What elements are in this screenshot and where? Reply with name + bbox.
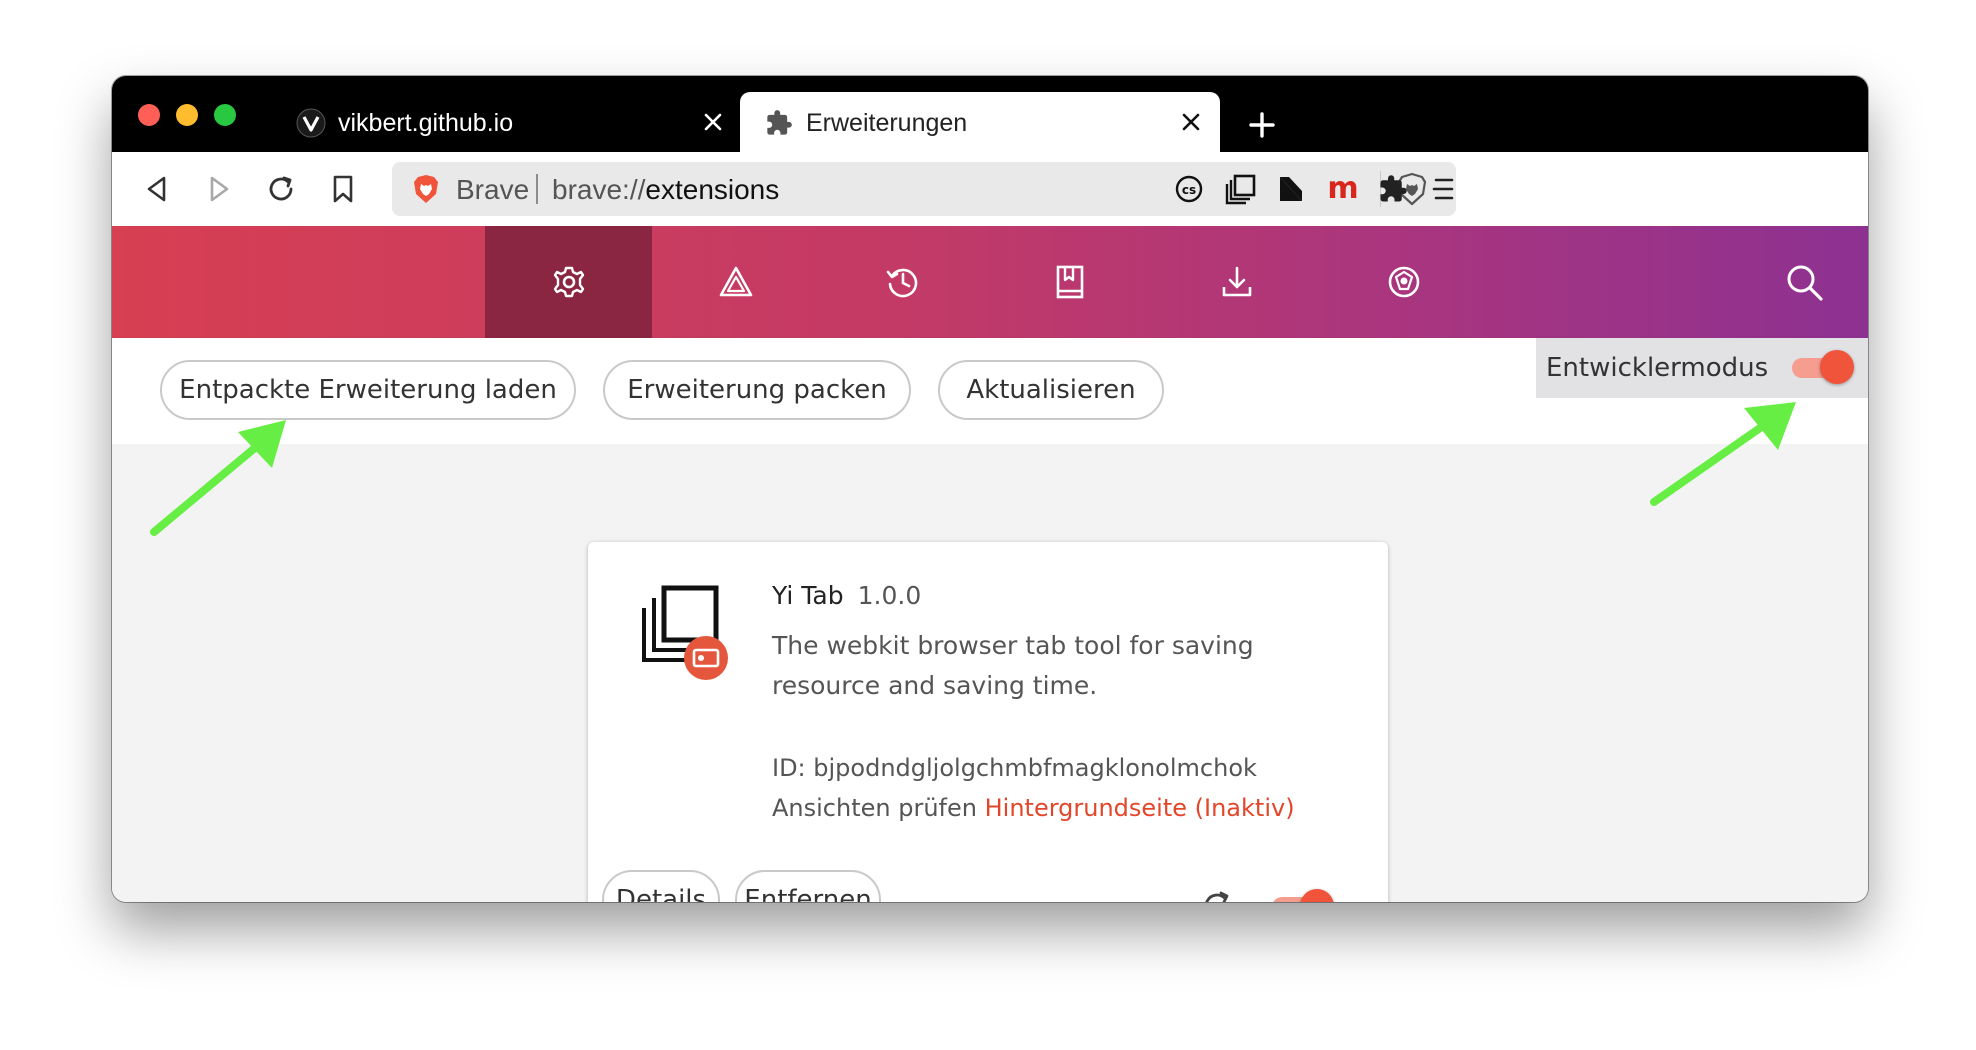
- svg-text:m: m: [1327, 174, 1358, 204]
- cs-extension-icon[interactable]: cs: [1170, 170, 1208, 208]
- forward-icon[interactable]: [202, 172, 236, 206]
- nav-bookmarks[interactable]: [986, 226, 1153, 338]
- new-tab-button[interactable]: [1242, 105, 1282, 145]
- nav-rewards[interactable]: [652, 226, 819, 338]
- puzzle-icon: [764, 108, 794, 138]
- svg-text:cs: cs: [1182, 183, 1196, 197]
- tab-erweiterungen[interactable]: Erweiterungen: [740, 92, 1220, 152]
- developer-mode-label: Entwicklermodus: [1546, 353, 1769, 383]
- toggle-knob: [1300, 889, 1334, 902]
- bookmark-icon[interactable]: [326, 172, 360, 206]
- extensions-puzzle-icon[interactable]: [1374, 170, 1412, 208]
- nav-history[interactable]: [819, 226, 986, 338]
- pack-extension-button[interactable]: Erweiterung packen: [603, 360, 911, 420]
- extension-description: The webkit browser tab tool for saving r…: [772, 631, 1254, 700]
- reload-icon[interactable]: [264, 172, 298, 206]
- extension-id: ID: bjpodndgljolgchmbfmagklonolmchok: [772, 754, 1257, 782]
- back-icon[interactable]: [140, 172, 174, 206]
- url-text[interactable]: brave://extensions: [552, 175, 779, 205]
- bookmarks-icon: [1056, 265, 1083, 299]
- extension-enabled-toggle[interactable]: [1270, 889, 1334, 902]
- close-tab-icon[interactable]: [698, 107, 728, 137]
- downloads-icon: [1222, 266, 1251, 297]
- url-host: extensions: [645, 174, 780, 205]
- zoom-window-button[interactable]: [214, 104, 236, 126]
- extension-name: Yi Tab: [772, 581, 844, 610]
- nav-downloads[interactable]: [1153, 226, 1320, 338]
- settings-icon: [553, 266, 584, 298]
- vikbert-favicon-icon: [296, 108, 326, 138]
- rewards-icon: [719, 266, 752, 297]
- developer-mode-toggle[interactable]: [1790, 350, 1854, 384]
- inspect-views-label: Ansichten prüfen: [772, 794, 977, 822]
- minimize-window-button[interactable]: [176, 104, 198, 126]
- close-tab-icon[interactable]: [1176, 107, 1206, 137]
- history-icon: [886, 268, 917, 298]
- brave-label: Brave: [456, 174, 530, 205]
- notion-clipper-icon[interactable]: [1272, 170, 1310, 208]
- toggle-knob: [1820, 350, 1854, 384]
- wallet-icon: [1388, 266, 1419, 298]
- remove-button[interactable]: Entfernen: [735, 870, 881, 902]
- url-scheme: brave://: [552, 174, 646, 205]
- yi-tab-extension-icon[interactable]: [1222, 170, 1260, 208]
- brave-lion-icon: [414, 175, 438, 203]
- yi-tab-logo-icon: [642, 585, 728, 680]
- m-extension-icon[interactable]: m: [1324, 170, 1362, 208]
- developer-toolbar: Entpackte Erweiterung laden Erweiterung …: [112, 338, 1868, 444]
- settings-nav-bar: [112, 226, 1868, 338]
- update-button[interactable]: Aktualisieren: [938, 360, 1164, 420]
- nav-wallet[interactable]: [1320, 226, 1487, 338]
- inspect-views: Ansichten prüfen Hintergrundseite (Inakt…: [772, 792, 1295, 824]
- tab-title: vikbert.github.io: [338, 109, 514, 137]
- search-icon[interactable]: [1784, 262, 1824, 302]
- extension-title: Yi Tab 1.0.0: [772, 580, 921, 612]
- arrow-annotation-icon: [150, 420, 286, 536]
- details-button[interactable]: Details: [602, 870, 720, 902]
- url-separator: [536, 174, 538, 204]
- extension-card: Yi Tab 1.0.0 The webkit browser tab tool …: [588, 542, 1388, 902]
- nav-settings[interactable]: [485, 226, 652, 338]
- extension-version: 1.0.0: [857, 581, 922, 610]
- menu-icon[interactable]: [1424, 170, 1462, 208]
- browser-window: vikbert.github.io Erweiterungen Brave br…: [112, 76, 1868, 902]
- tab-strip: vikbert.github.io Erweiterungen: [112, 76, 1868, 152]
- reload-extension-icon[interactable]: [1200, 889, 1234, 902]
- extensions-content: Yi Tab 1.0.0 The webkit browser tab tool …: [112, 444, 1868, 902]
- background-page-link[interactable]: Hintergrundseite (Inaktiv): [985, 794, 1295, 822]
- arrow-annotation-icon: [1650, 402, 1796, 506]
- browser-toolbar: Brave brave://extensions cs m: [112, 152, 1868, 227]
- tab-title: Erweiterungen: [806, 109, 968, 137]
- close-window-button[interactable]: [138, 104, 160, 126]
